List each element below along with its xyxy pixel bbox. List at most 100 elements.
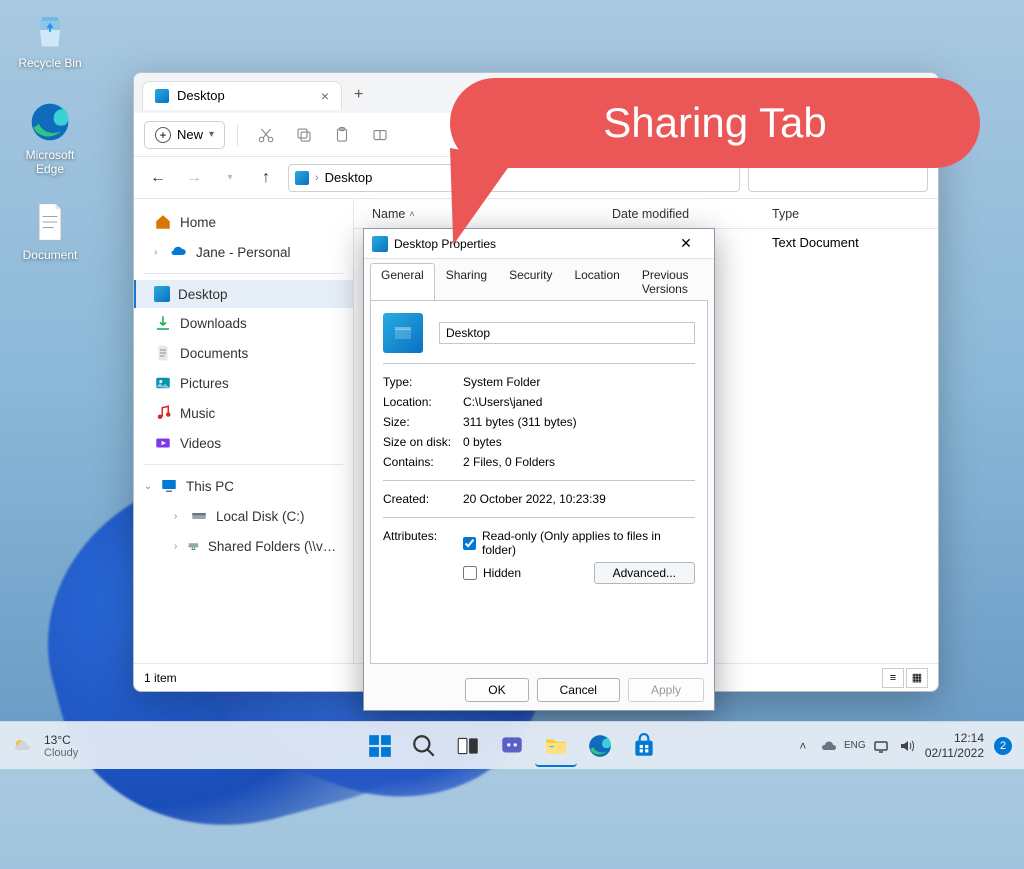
tab-close-button[interactable]: × <box>321 88 329 104</box>
close-button[interactable]: ✕ <box>666 232 706 256</box>
dialog-buttons: OK Cancel Apply <box>364 670 714 710</box>
time: 12:14 <box>925 731 984 745</box>
desktop-icon <box>155 89 169 103</box>
sidebar-item-label: Downloads <box>180 316 247 331</box>
network-tray-icon[interactable] <box>873 738 889 754</box>
onedrive-tray-icon[interactable] <box>821 738 837 754</box>
value-created: 20 October 2022, 10:23:39 <box>463 492 695 506</box>
apply-button[interactable]: Apply <box>628 678 704 702</box>
tab-general[interactable]: General <box>370 263 435 300</box>
column-type[interactable]: Type <box>764 207 904 221</box>
store-button[interactable] <box>623 725 665 767</box>
label-size: Size: <box>383 415 463 429</box>
sidebar-item-music[interactable]: Music <box>134 398 353 428</box>
desktop-icon-label: Document <box>12 248 88 262</box>
desktop-icon <box>154 286 170 302</box>
tab-desktop[interactable]: Desktop × <box>142 81 342 110</box>
language-tray-icon[interactable]: ENG <box>847 738 863 754</box>
tab-sharing[interactable]: Sharing <box>435 263 498 300</box>
readonly-checkbox[interactable] <box>463 537 476 550</box>
forward-button[interactable]: → <box>180 164 208 192</box>
disk-icon <box>190 507 208 525</box>
taskbar-center <box>359 725 665 767</box>
notification-badge[interactable]: 2 <box>994 737 1012 755</box>
label-created: Created: <box>383 492 463 506</box>
separator <box>383 363 695 364</box>
properties-dialog: Desktop Properties ✕ General Sharing Sec… <box>363 228 715 711</box>
sidebar-item-downloads[interactable]: Downloads <box>134 308 353 338</box>
view-list-button[interactable]: ≡ <box>882 668 904 688</box>
sidebar-separator <box>144 273 343 274</box>
sidebar-item-label: Shared Folders (\\vmware-host) <box>208 539 343 554</box>
start-button[interactable] <box>359 725 401 767</box>
new-button[interactable]: + New ▾ <box>144 121 225 149</box>
weather-text: Cloudy <box>44 747 78 759</box>
copy-icon[interactable] <box>288 119 320 151</box>
home-icon <box>154 213 172 231</box>
recent-dropdown[interactable]: ▾ <box>216 164 244 192</box>
chat-button[interactable] <box>491 725 533 767</box>
documents-icon <box>154 344 172 362</box>
temperature: 13°C <box>44 733 78 747</box>
sidebar-item-label: This PC <box>186 479 234 494</box>
downloads-icon <box>154 314 172 332</box>
label-type: Type: <box>383 375 463 389</box>
explorer-button[interactable] <box>535 725 577 767</box>
sidebar-item-label: Videos <box>180 436 221 451</box>
clock[interactable]: 12:14 02/11/2022 <box>925 731 984 760</box>
desktop-icon <box>372 236 388 252</box>
desktop-icon-document[interactable]: Document <box>12 200 88 262</box>
task-view-button[interactable] <box>447 725 489 767</box>
column-date[interactable]: Date modified <box>604 207 764 221</box>
search-button[interactable] <box>403 725 445 767</box>
onedrive-icon <box>170 243 188 261</box>
label-attributes: Attributes: <box>383 529 463 557</box>
ok-button[interactable]: OK <box>465 678 528 702</box>
rename-icon[interactable] <box>364 119 396 151</box>
music-icon <box>154 404 172 422</box>
tray-overflow-icon[interactable]: ˄ <box>795 738 811 754</box>
chevron-down-icon: ⌄ <box>144 481 154 492</box>
document-icon <box>28 200 72 244</box>
view-grid-button[interactable]: ▦ <box>906 668 928 688</box>
tab-security[interactable]: Security <box>498 263 563 300</box>
sidebar-item-shared[interactable]: › Shared Folders (\\vmware-host) <box>134 531 353 561</box>
separator <box>383 480 695 481</box>
advanced-button[interactable]: Advanced... <box>594 562 695 584</box>
cut-icon[interactable] <box>250 119 282 151</box>
value-contains: 2 Files, 0 Folders <box>463 455 695 469</box>
desktop-icon-recycle-bin[interactable]: Recycle Bin <box>12 8 88 70</box>
pictures-icon <box>154 374 172 392</box>
tab-previous-versions[interactable]: Previous Versions <box>631 263 708 300</box>
network-drive-icon <box>187 537 200 555</box>
sidebar-item-jane[interactable]: › Jane - Personal <box>134 237 353 267</box>
folder-name-input[interactable] <box>439 322 695 344</box>
sidebar: Home › Jane - Personal Desktop Downloads… <box>134 199 354 663</box>
volume-tray-icon[interactable] <box>899 738 915 754</box>
separator <box>383 517 695 518</box>
edge-icon <box>28 100 72 144</box>
sidebar-item-home[interactable]: Home <box>134 207 353 237</box>
system-tray: ˄ ENG 12:14 02/11/2022 2 <box>783 731 1024 760</box>
up-button[interactable]: ↑ <box>252 164 280 192</box>
dialog-title-bar[interactable]: Desktop Properties ✕ <box>364 229 714 259</box>
sidebar-item-documents[interactable]: Documents <box>134 338 353 368</box>
new-tab-button[interactable]: + <box>342 80 375 110</box>
back-button[interactable]: ← <box>144 164 172 192</box>
sidebar-item-local-disk[interactable]: › Local Disk (C:) <box>134 501 353 531</box>
edge-button[interactable] <box>579 725 621 767</box>
value-size: 311 bytes (311 bytes) <box>463 415 695 429</box>
tab-location[interactable]: Location <box>563 263 630 300</box>
sidebar-item-label: Jane - Personal <box>196 245 291 260</box>
paste-icon[interactable] <box>326 119 358 151</box>
sidebar-item-this-pc[interactable]: ⌄ This PC <box>134 471 353 501</box>
hidden-checkbox[interactable] <box>463 566 477 580</box>
sidebar-item-desktop[interactable]: Desktop <box>134 280 353 308</box>
plus-icon: + <box>155 127 171 143</box>
sidebar-item-pictures[interactable]: Pictures <box>134 368 353 398</box>
desktop-icon-label: Recycle Bin <box>12 56 88 70</box>
weather-widget[interactable]: 13°C Cloudy <box>0 733 90 759</box>
desktop-icon-edge[interactable]: Microsoft Edge <box>12 100 88 176</box>
cancel-button[interactable]: Cancel <box>537 678 620 702</box>
sidebar-item-videos[interactable]: Videos <box>134 428 353 458</box>
